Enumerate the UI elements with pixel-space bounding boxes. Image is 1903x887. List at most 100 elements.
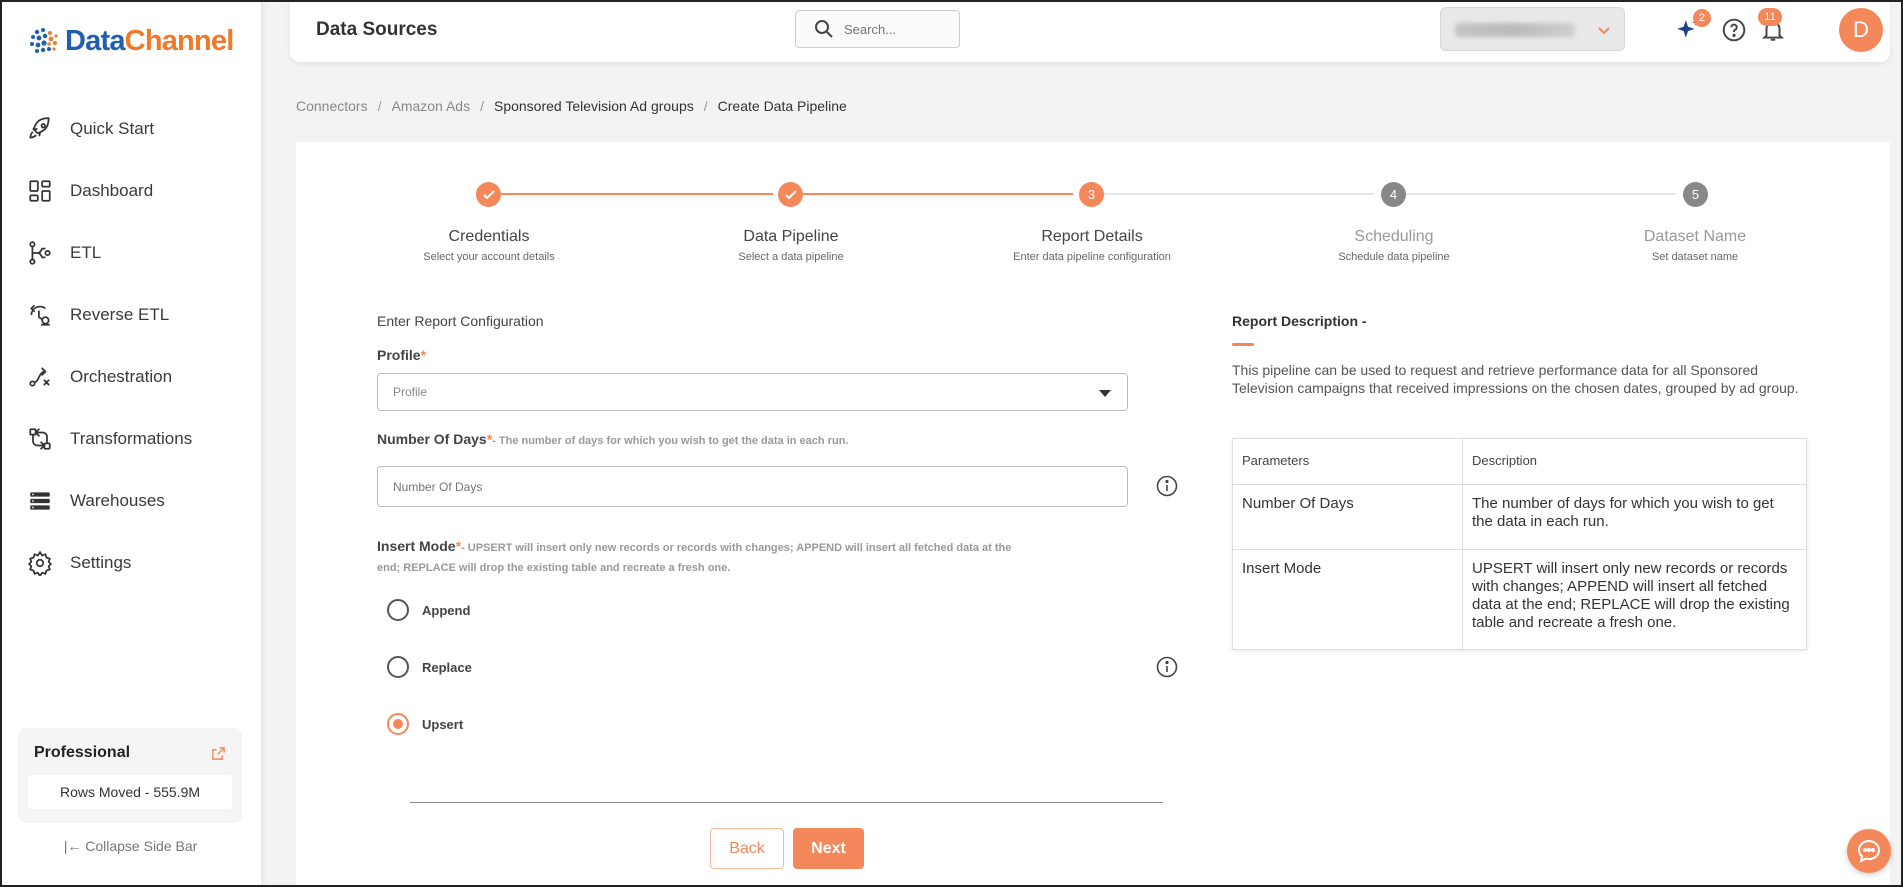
plan-card: Professional Rows Moved - 555.9M — [18, 728, 242, 823]
profile-label: Profile* — [377, 347, 426, 363]
sidebar-item-label: Warehouses — [70, 491, 165, 510]
search-input[interactable] — [844, 21, 954, 37]
days-label-text: Number Of Days — [377, 431, 487, 447]
chat-button[interactable] — [1847, 829, 1891, 873]
step-connector — [501, 193, 773, 195]
sidebar-item-label: Quick Start — [70, 119, 155, 138]
page-title: Data Sources — [316, 19, 438, 40]
table-header: Parameters — [1232, 438, 1463, 485]
dashboard-icon — [29, 180, 51, 202]
step-subtitle: Select a data pipeline — [738, 251, 844, 263]
step-title: Dataset Name — [1643, 228, 1747, 245]
workspace-select[interactable] — [1440, 7, 1625, 51]
title-underline — [1232, 343, 1254, 346]
search-icon — [815, 20, 833, 38]
step-connector — [1406, 193, 1676, 195]
radio-label: Upsert — [422, 716, 464, 732]
breadcrumb-separator: / — [703, 98, 708, 114]
sidebar-item-dashboard[interactable]: Dashboard — [0, 160, 261, 222]
breadcrumb-separator: / — [377, 98, 382, 114]
table-header: Description — [1462, 438, 1807, 485]
sidebar-item-etl[interactable]: ETL — [0, 222, 261, 284]
next-button[interactable]: Next — [793, 828, 864, 869]
breadcrumb-connectors[interactable]: Connectors — [296, 98, 368, 114]
breadcrumb: Connectors / Amazon Ads / Sponsored Tele… — [296, 98, 847, 114]
orchestration-icon — [29, 367, 50, 387]
insert-label-text: Insert Mode — [377, 538, 456, 554]
back-button[interactable]: Back — [710, 828, 784, 869]
user-avatar[interactable]: D — [1839, 8, 1883, 52]
sidebar-item-reverse-etl[interactable]: Reverse ETL — [0, 284, 261, 346]
table-cell: The number of days for which you wish to… — [1462, 484, 1807, 550]
radio-button[interactable] — [387, 599, 409, 621]
required-mark: * — [420, 347, 427, 363]
sidebar-item-label: ETL — [70, 243, 102, 262]
step-5-pending: 5 — [1683, 182, 1708, 207]
sidebar-item-quick-start[interactable]: Quick Start — [0, 98, 261, 160]
form-divider — [410, 802, 1163, 803]
chevron-down-icon — [1598, 27, 1610, 35]
etl-icon — [29, 241, 51, 265]
sidebar-item-settings[interactable]: Settings — [0, 532, 261, 594]
info-icon[interactable] — [1156, 656, 1178, 678]
notification-badge: 11 — [1758, 8, 1782, 26]
sidebar: DataChannel Quick Start Dashboard ETL Re… — [0, 0, 261, 887]
radio-button-selected[interactable] — [387, 713, 409, 735]
logo-text-data: Data — [65, 24, 125, 57]
parameters-table: Parameters Description Number Of Days Th… — [1232, 438, 1807, 650]
step-title: Report Details — [1041, 228, 1143, 245]
step-1-done — [476, 182, 501, 207]
datachannel-logo[interactable]: DataChannel — [27, 24, 235, 58]
breadcrumb-amazon-ads[interactable]: Amazon Ads — [391, 98, 470, 114]
table-cell: Insert Mode — [1232, 549, 1463, 650]
sidebar-item-transformations[interactable]: Transformations — [0, 408, 261, 470]
sidebar-item-label: Transformations — [70, 429, 193, 448]
sidebar-item-label: Orchestration — [70, 367, 173, 386]
radio-replace[interactable]: Replace — [387, 656, 472, 678]
step-subtitle: Schedule data pipeline — [1338, 251, 1450, 263]
table-cell: Number Of Days — [1232, 484, 1463, 550]
help-icon[interactable] — [1721, 17, 1747, 43]
step-3-active: 3 — [1079, 182, 1104, 207]
collapse-label: Collapse Side Bar — [85, 838, 198, 854]
radio-button[interactable] — [387, 656, 409, 678]
collapse-sidebar-button[interactable]: |← Collapse Side Bar — [0, 838, 261, 854]
breadcrumb-current: Create Data Pipeline — [717, 98, 847, 114]
logo-mark-icon — [30, 28, 58, 53]
rocket-icon — [29, 117, 50, 139]
step-connector — [1104, 193, 1374, 195]
breadcrumb-separator: / — [480, 98, 484, 114]
profile-select[interactable]: Profile — [377, 373, 1128, 411]
table-row: Number Of Days The number of days for wh… — [1232, 484, 1807, 550]
radio-upsert[interactable]: Upsert — [387, 713, 463, 735]
external-link-icon[interactable] — [211, 746, 226, 761]
breadcrumb-sponsored-tv[interactable]: Sponsored Television Ad groups — [494, 98, 694, 114]
radio-append[interactable]: Append — [387, 599, 470, 621]
gear-icon — [27, 550, 53, 576]
logo-text-channel: Channel — [124, 24, 235, 57]
days-input[interactable] — [377, 466, 1128, 507]
step-connector — [803, 193, 1073, 195]
reverse-etl-icon — [30, 304, 50, 326]
step-4-pending: 4 — [1381, 182, 1406, 207]
search-box[interactable] — [795, 10, 960, 48]
rows-moved: Rows Moved - 555.9M — [28, 775, 232, 809]
step-subtitle: Enter data pipeline configuration — [1013, 251, 1171, 263]
sidebar-item-orchestration[interactable]: Orchestration — [0, 346, 261, 408]
table-cell: UPSERT will insert only new records or r… — [1462, 549, 1807, 650]
sparkle-badge: 2 — [1693, 9, 1711, 27]
sidebar-item-label: Dashboard — [70, 181, 154, 200]
step-title: Credentials — [448, 228, 530, 245]
transformations-icon — [29, 428, 51, 450]
collapse-icon: |← — [63, 838, 82, 854]
radio-label: Replace — [422, 659, 472, 675]
info-icon[interactable] — [1156, 475, 1178, 497]
check-icon — [784, 189, 797, 199]
profile-label-text: Profile — [377, 347, 421, 363]
caret-down-icon — [1099, 390, 1111, 397]
sidebar-item-warehouses[interactable]: Warehouses — [0, 470, 261, 532]
days-hint: - The number of days for which you wish … — [492, 435, 849, 447]
days-label: Number Of Days*- The number of days for … — [377, 431, 848, 447]
step-title: Data Pipeline — [743, 228, 839, 245]
sidebar-item-label: Settings — [70, 553, 132, 572]
